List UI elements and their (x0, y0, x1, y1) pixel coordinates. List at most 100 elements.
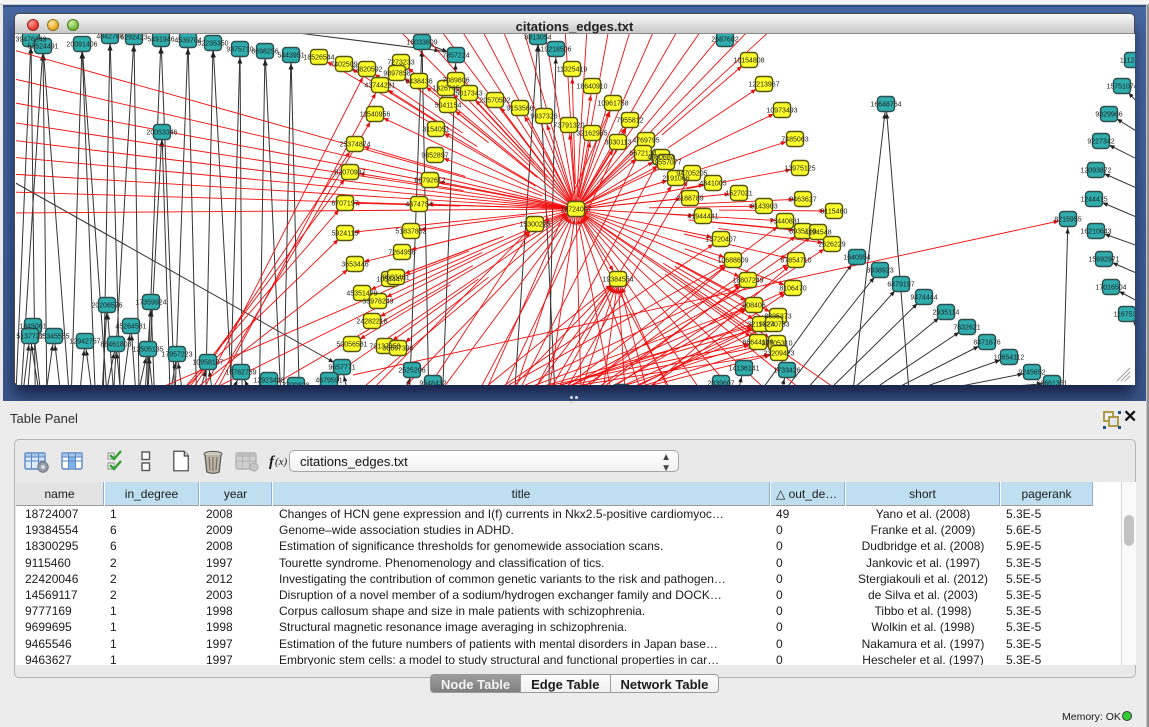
svg-text:9329966: 9329966 (1095, 111, 1122, 118)
svg-text:7089806: 7089806 (442, 77, 469, 84)
svg-text:19218506: 19218506 (540, 46, 571, 53)
svg-text:53524491: 53524491 (27, 43, 58, 50)
svg-text:66792612: 66792612 (414, 177, 445, 184)
svg-text:18640910: 18640910 (576, 83, 607, 90)
svg-text:73440831: 73440831 (769, 218, 800, 225)
svg-text:18807249: 18807249 (732, 277, 763, 284)
svg-text:16210643: 16210643 (1080, 228, 1111, 235)
svg-text:4194548: 4194548 (804, 229, 831, 236)
svg-text:1733426: 1733426 (773, 367, 800, 374)
svg-text:2935114: 2935114 (933, 309, 960, 316)
svg-text:12923448: 12923448 (253, 377, 284, 384)
svg-text:10961758: 10961758 (597, 100, 628, 107)
svg-text:10973493: 10973493 (766, 107, 797, 114)
svg-text:9245652: 9245652 (1018, 369, 1045, 376)
svg-text:39557077: 39557077 (650, 159, 681, 166)
svg-text:8106470: 8106470 (779, 285, 806, 292)
svg-text:3030113: 3030113 (605, 139, 632, 146)
svg-text:17016504: 17016504 (1095, 284, 1126, 291)
svg-text:17359924: 17359924 (135, 299, 166, 306)
svg-text:2626229: 2626229 (818, 241, 845, 248)
svg-text:6292423: 6292423 (120, 34, 147, 41)
svg-text:25374874: 25374874 (339, 141, 370, 148)
svg-text:3154051: 3154051 (422, 126, 449, 133)
svg-text:15751074: 15751074 (1106, 83, 1135, 90)
svg-text:10154808: 10154808 (733, 57, 764, 64)
svg-text:45264581: 45264581 (115, 323, 146, 330)
svg-text:51837852: 51837852 (395, 228, 426, 235)
svg-text:32162965: 32162965 (576, 130, 607, 137)
svg-text:94705205: 94705205 (676, 170, 707, 177)
svg-text:1112480: 1112480 (1120, 57, 1135, 64)
svg-text:5491946: 5491946 (147, 36, 174, 43)
svg-text:8813054: 8813054 (524, 34, 551, 41)
svg-text:4769795: 4769795 (632, 137, 659, 144)
svg-text:20570592: 20570592 (479, 97, 510, 104)
svg-text:2188789: 2188789 (676, 195, 703, 202)
svg-text:13975125: 13975125 (784, 165, 815, 172)
svg-text:52235350: 52235350 (197, 40, 228, 47)
svg-text:50056581: 50056581 (336, 341, 367, 348)
svg-text:12093872: 12093872 (1080, 167, 1111, 174)
svg-text:82070937: 82070937 (334, 169, 365, 176)
svg-text:15720407: 15720407 (705, 236, 736, 243)
svg-text:73791320: 73791320 (553, 122, 584, 129)
svg-text:18724007: 18724007 (560, 206, 591, 213)
svg-text:72820592: 72820592 (351, 66, 382, 73)
svg-text:9897858: 9897858 (383, 70, 410, 77)
svg-text:15300275: 15300275 (519, 221, 550, 228)
svg-text:1167533: 1167533 (1114, 311, 1135, 318)
svg-text:12213967: 12213967 (748, 81, 779, 88)
svg-text:7632621: 7632621 (953, 324, 980, 331)
svg-text:4841005: 4841005 (699, 180, 726, 187)
svg-text:12942757: 12942757 (69, 338, 100, 345)
svg-text:18526544: 18526544 (303, 54, 334, 61)
svg-text:8471676: 8471676 (973, 339, 1000, 346)
svg-text:10688609: 10688609 (717, 257, 748, 264)
svg-text:7264956: 7264956 (388, 249, 415, 256)
svg-text:9227342: 9227342 (1087, 138, 1114, 145)
svg-text:2687682: 2687682 (711, 36, 738, 43)
svg-text:5041154: 5041154 (435, 102, 462, 109)
svg-text:4374754: 4374754 (405, 201, 432, 208)
svg-text:9375710: 9375710 (226, 46, 253, 53)
svg-text:9852897: 9852897 (421, 152, 448, 159)
svg-text:3653446: 3653446 (341, 261, 368, 268)
svg-text:9474444: 9474444 (910, 294, 937, 301)
svg-text:9115460: 9115460 (821, 208, 848, 215)
svg-text:9463627: 9463627 (789, 196, 816, 203)
svg-text:8698256: 8698256 (251, 48, 278, 55)
svg-text:1244415: 1244415 (1080, 196, 1107, 203)
svg-text:8938923: 8938923 (866, 267, 893, 274)
svg-text:2839607: 2839607 (707, 380, 734, 385)
svg-text:10654112: 10654112 (994, 354, 1025, 361)
svg-text:6438436: 6438436 (405, 78, 432, 85)
svg-text:97705310: 97705310 (761, 340, 792, 347)
svg-text:17270733: 17270733 (758, 321, 789, 328)
svg-text:17957223: 17957223 (161, 351, 192, 358)
svg-text:9657771: 9657771 (328, 364, 355, 371)
svg-text:8215955: 8215955 (1054, 216, 1081, 223)
svg-text:5924115: 5924115 (332, 230, 359, 237)
svg-text:7485063: 7485063 (781, 136, 808, 143)
svg-text:33978249: 33978249 (362, 298, 393, 305)
svg-text:20091406: 20091406 (66, 41, 97, 48)
svg-text:24282218: 24282218 (356, 318, 387, 325)
svg-text:36697396: 36697396 (382, 345, 413, 352)
svg-text:67854710: 67854710 (780, 257, 811, 264)
svg-text:7700828: 7700828 (282, 382, 309, 385)
svg-text:6707197: 6707197 (331, 200, 358, 207)
svg-text:1845061: 1845061 (19, 323, 46, 330)
svg-text:6479197: 6479197 (887, 281, 914, 288)
svg-text:16648764: 16648764 (870, 101, 901, 108)
svg-text:5443951: 5443951 (277, 52, 304, 59)
svg-text:908406: 908406 (742, 302, 765, 309)
svg-text:23209423: 23209423 (763, 350, 794, 357)
svg-text:39476249: 39476249 (16, 36, 47, 43)
svg-text:85345555: 85345555 (38, 333, 69, 340)
svg-text:1640954: 1640954 (843, 254, 870, 261)
svg-text:12505135: 12505135 (132, 346, 163, 353)
svg-text:8835373: 8835373 (764, 313, 791, 320)
svg-text:16782759: 16782759 (225, 369, 256, 376)
svg-text:9153566: 9153566 (506, 105, 533, 112)
